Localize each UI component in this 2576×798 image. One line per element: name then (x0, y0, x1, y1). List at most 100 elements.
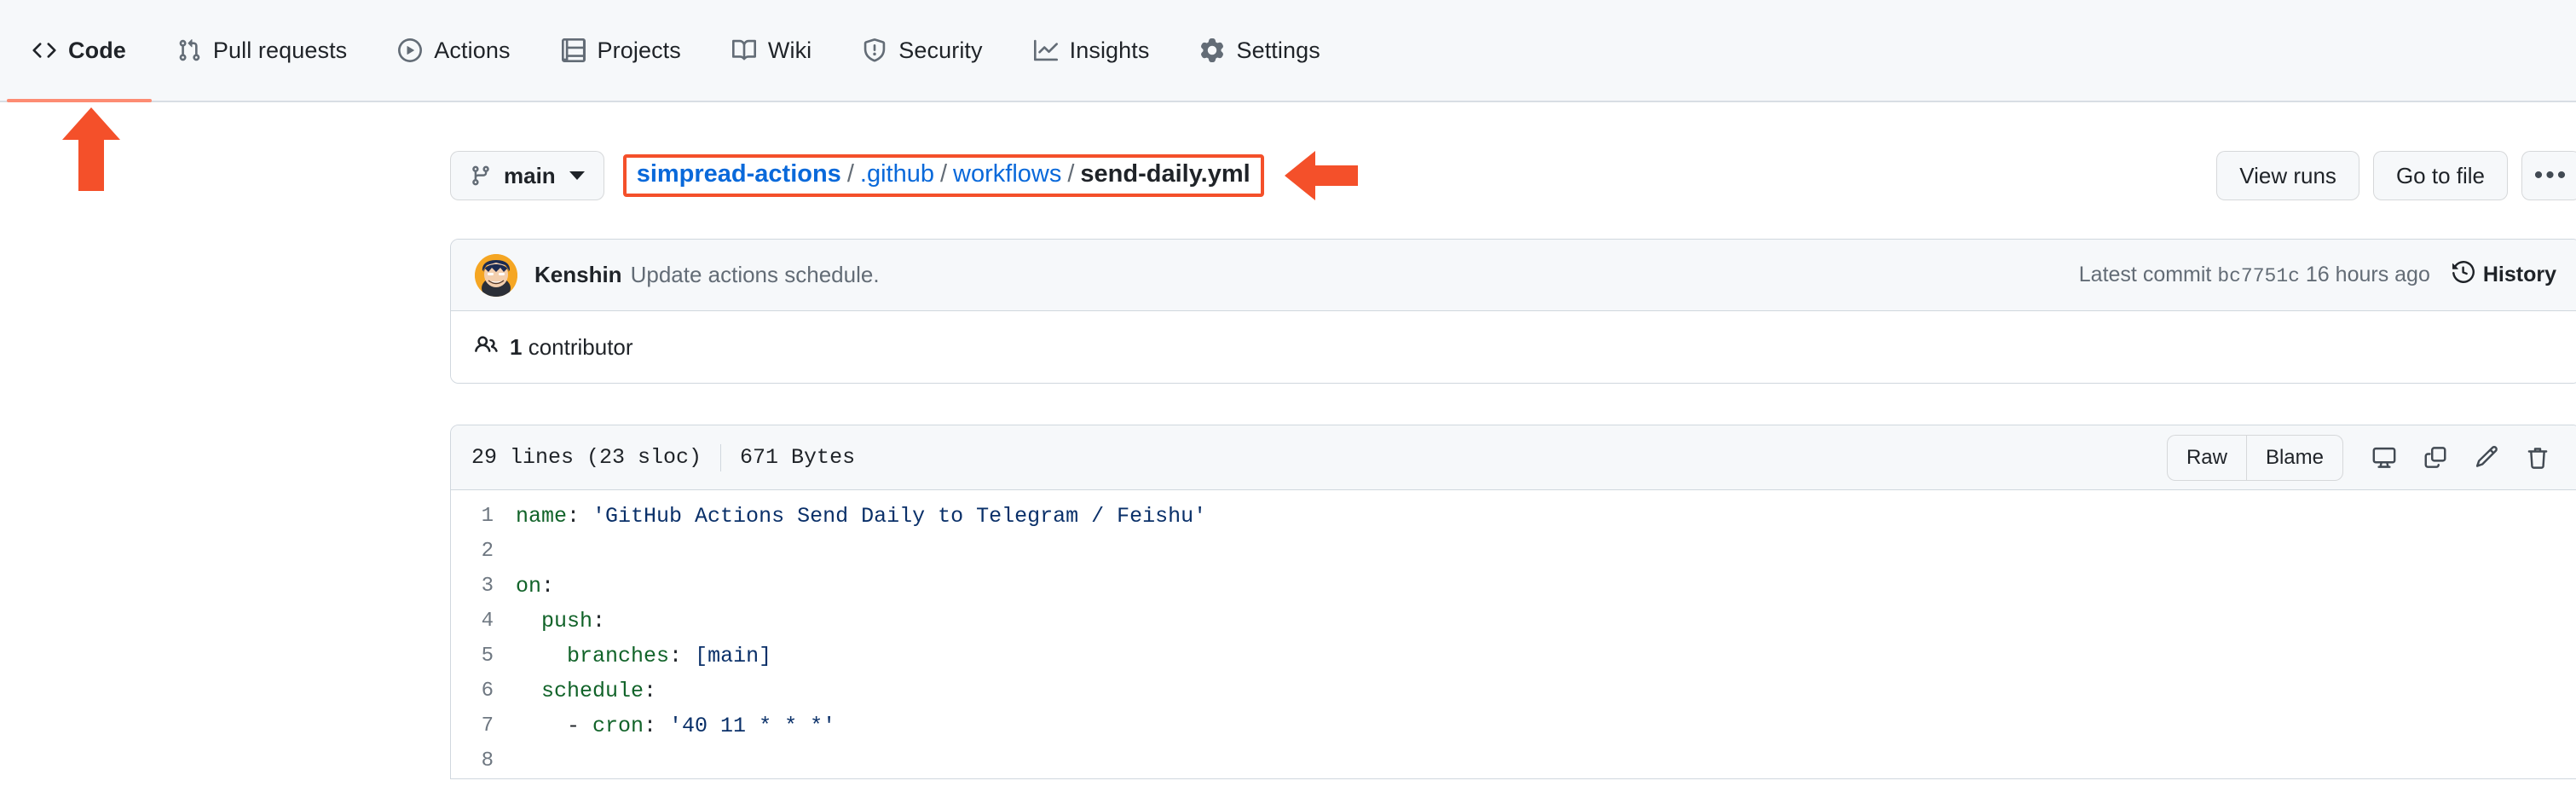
view-runs-button[interactable]: View runs (2216, 151, 2359, 200)
code-line: 6 schedule: (451, 674, 2576, 708)
people-icon (475, 333, 498, 361)
line-content[interactable]: name: 'GitHub Actions Send Daily to Tele… (516, 499, 1206, 534)
nav-item-projects[interactable]: Projects (536, 0, 707, 101)
nav-item-label: Wiki (767, 37, 812, 63)
nav-item-code[interactable]: Code (7, 0, 152, 102)
avatar[interactable] (475, 253, 517, 297)
nav-item-insights[interactable]: Insights (1008, 0, 1175, 101)
contributors-count: 1 (510, 333, 523, 360)
gear-icon (1200, 38, 1224, 62)
breadcrumb-segment-workflows[interactable]: workflows (953, 160, 1061, 188)
commit-sha[interactable]: bc7751c (2217, 265, 2300, 287)
breadcrumb-separator: / (939, 160, 948, 188)
code-line: 8 (451, 743, 2576, 778)
contributors-word: contributor (528, 333, 633, 360)
line-number[interactable]: 2 (451, 534, 516, 569)
nav-item-settings[interactable]: Settings (1175, 0, 1345, 101)
history-clock-icon (2452, 260, 2475, 289)
history-label: History (2482, 263, 2556, 286)
code-line: 2 (451, 534, 2576, 569)
token-str: [main] (695, 644, 772, 668)
table-icon (561, 38, 586, 62)
copy-icon[interactable] (2413, 436, 2458, 480)
line-number[interactable]: 5 (451, 639, 516, 674)
latest-commit-box: Kenshin Update actions schedule. Latest … (450, 239, 2576, 384)
latest-commit-row: Kenshin Update actions schedule. Latest … (451, 240, 2576, 311)
blame-button[interactable]: Blame (2245, 435, 2342, 480)
nav-item-label: Projects (597, 37, 681, 63)
latest-commit-label: Latest commit (2078, 263, 2212, 286)
branch-selector-button[interactable]: main (450, 151, 604, 200)
nav-item-label: Insights (1069, 37, 1150, 63)
file-header-actions: View runs Go to file ••• (2216, 151, 2576, 200)
line-number[interactable]: 6 (451, 674, 516, 708)
nav-item-label: Settings (1236, 37, 1320, 63)
blob-actions: Raw Blame (2166, 434, 2560, 481)
line-content[interactable]: - cron: '40 11 * * *' (516, 708, 835, 743)
git-branch-icon (470, 165, 492, 187)
contributors-count-label[interactable]: 1 contributor (510, 334, 633, 361)
token-key: push (541, 609, 593, 633)
breadcrumb-repo-link[interactable]: simpread-actions (637, 160, 841, 188)
nav-item-pull-requests[interactable]: Pull requests (152, 0, 373, 101)
nav-item-security[interactable]: Security (837, 0, 1008, 101)
nav-item-wiki[interactable]: Wiki (707, 0, 837, 101)
more-options-kebab-button[interactable]: ••• (2521, 151, 2576, 200)
code-content[interactable]: 1 name: 'GitHub Actions Send Daily to Tel… (451, 490, 2576, 778)
raw-button[interactable]: Raw (2168, 436, 2246, 480)
token-str: 'GitHub Actions Send Daily to Telegram /… (592, 504, 1207, 529)
branch-name-label: main (504, 162, 556, 188)
breadcrumb-separator: / (846, 160, 854, 188)
line-number[interactable]: 4 (451, 604, 516, 639)
desktop-download-icon[interactable] (2362, 436, 2406, 480)
shield-icon (863, 38, 887, 62)
token-punct (516, 644, 567, 668)
book-icon (731, 38, 756, 62)
annotation-arrow-up-code (62, 107, 120, 191)
line-number[interactable]: 1 (451, 499, 516, 534)
blob-stats: 29 lines (23 sloc) 671 Bytes (471, 443, 856, 471)
token-punct: : (644, 714, 670, 738)
blob-header: 29 lines (23 sloc) 671 Bytes Raw Blame (451, 425, 2576, 490)
code-line: 1 name: 'GitHub Actions Send Daily to Tel… (451, 499, 2576, 534)
contributors-row: 1 contributor (451, 311, 2576, 383)
breadcrumb-current-file: send-daily.yml (1080, 160, 1250, 188)
line-content[interactable]: push: (516, 604, 605, 639)
line-number[interactable]: 8 (451, 743, 516, 778)
go-to-file-button[interactable]: Go to file (2372, 151, 2508, 200)
code-line: 7 - cron: '40 11 * * *' (451, 708, 2576, 743)
graph-icon (1033, 38, 1058, 62)
line-content[interactable]: on: (516, 569, 554, 604)
code-line: 4 push: (451, 604, 2576, 639)
breadcrumb: simpread-actions / .github / workflows / send-… (637, 160, 1250, 188)
commit-author-name[interactable]: Kenshin (534, 262, 622, 288)
nav-item-label: Code (68, 37, 126, 63)
pencil-icon[interactable] (2464, 436, 2509, 480)
token-punct: - (516, 714, 593, 738)
nav-item-label: Security (898, 37, 983, 63)
trash-icon[interactable] (2515, 436, 2560, 480)
commit-meta: Latest commit bc7751c 16 hours ago Histo… (2079, 260, 2556, 289)
token-str: '40 11 * * *' (669, 714, 836, 738)
nav-item-actions[interactable]: Actions (373, 0, 535, 101)
line-content[interactable]: schedule: (516, 674, 656, 708)
blob-size-label: 671 Bytes (740, 445, 856, 470)
token-punct: : (592, 609, 606, 633)
breadcrumb-segment-github[interactable]: .github (860, 160, 934, 188)
divider (720, 443, 722, 471)
commit-history-link[interactable]: History (2452, 260, 2556, 289)
git-pull-request-icon (177, 38, 201, 62)
token-key: branches (567, 644, 670, 668)
commit-message[interactable]: Update actions schedule. (631, 262, 880, 288)
raw-blame-button-group: Raw Blame (2166, 434, 2343, 481)
latest-commit-text: Latest commit bc7751c 16 hours ago (2079, 263, 2430, 287)
token-punct (516, 679, 541, 703)
play-circle-icon (398, 38, 423, 62)
line-number[interactable]: 7 (451, 708, 516, 743)
repo-nav-bar: Code Pull requests Actions Projects Wiki Secu… (0, 0, 2576, 102)
file-blob-box: 29 lines (23 sloc) 671 Bytes Raw Blame 1… (450, 425, 2576, 779)
line-content[interactable]: branches: [main] (516, 639, 771, 674)
nav-item-label: Pull requests (212, 37, 348, 63)
line-number[interactable]: 3 (451, 569, 516, 604)
file-header-row: main simpread-actions / .github / workflows /… (450, 145, 2576, 206)
